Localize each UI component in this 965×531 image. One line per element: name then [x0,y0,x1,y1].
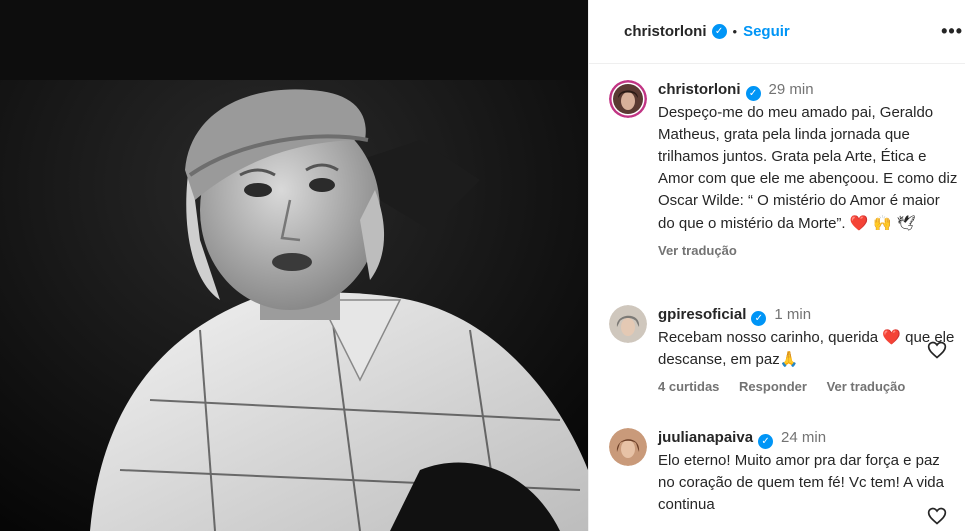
comment-text: Recebam nosso carinho, querida ❤️ que el… [658,329,955,368]
caption-time[interactable]: 29 min [769,81,814,98]
avatar-gpiresoficial[interactable] [609,305,647,343]
reply-button[interactable]: Responder [739,379,807,394]
caption-emojis: ❤️ 🙌 🕊 [849,214,916,232]
avatar-juulianapaiva[interactable] [609,428,647,466]
post-side-panel: christorloni ✓ • Seguir ••• christorloni… [588,0,965,531]
follow-button[interactable]: Seguir [743,23,790,40]
caption-text: Despeço-me do meu amado pai, Geraldo Mat… [658,102,958,235]
comment-text: Elo eterno! Muito amor pra dar força e p… [658,452,944,513]
verified-badge-icon: ✓ [751,311,767,326]
comment-time[interactable]: 24 min [781,429,826,446]
header-separator: • [732,24,738,39]
verified-badge-icon: ✓ [758,434,774,449]
comment-likes-count[interactable]: 4 curtidas [658,379,719,394]
more-options-icon[interactable]: ••• [941,22,963,40]
comment-see-translation-link[interactable]: Ver tradução [827,379,906,394]
comment-username[interactable]: gpiresoficial [658,306,746,323]
post-header: christorloni ✓ • Seguir ••• [589,0,965,64]
like-heart-icon[interactable] [927,506,947,526]
caption-text-body: Despeço-me do meu amado pai, Geraldo Mat… [658,104,958,232]
avatar-christorloni[interactable] [609,80,647,118]
comment-username[interactable]: juulianapaiva [658,429,753,446]
post-photo[interactable] [0,0,588,531]
header-username[interactable]: christorloni [624,23,707,40]
like-heart-icon[interactable] [927,340,947,360]
caption-see-translation-link[interactable]: Ver tradução [658,243,737,258]
verified-badge-icon: ✓ [711,24,727,39]
comment-time[interactable]: 1 min [774,306,811,323]
post-photo-image [0,0,588,531]
verified-badge-icon: ✓ [745,86,761,101]
caption-username[interactable]: christorloni [658,81,741,98]
